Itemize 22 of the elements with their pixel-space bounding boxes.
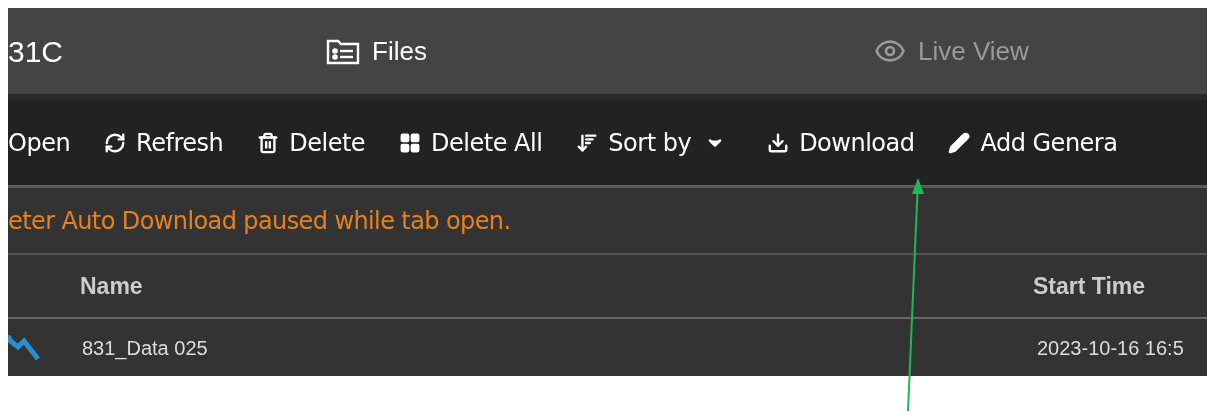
column-header[interactable]: Start Time [1033, 268, 1207, 304]
pencil-icon [948, 131, 971, 154]
device-title: 31C [8, 33, 65, 70]
grid-icon [399, 131, 422, 154]
toolbar-button[interactable]: Refresh [104, 124, 224, 161]
notice-text: eter Auto Download paused while tab open. [8, 205, 511, 237]
toolbar-button[interactable]: Delete [257, 124, 366, 161]
sort-icon [576, 131, 599, 154]
download-icon [767, 131, 790, 154]
file-list-icon [326, 37, 360, 65]
toolbar-button[interactable]: Delete All [399, 124, 543, 161]
nav-tab[interactable]: Files [326, 31, 874, 71]
column-header[interactable]: Name [80, 268, 1033, 304]
trash-icon [257, 131, 280, 154]
toolbar-button[interactable]: Download [767, 124, 915, 161]
table-cell-text: 831_Data 025 [82, 335, 209, 362]
file-row[interactable]: 831_Data 025 2023-10-16 16:5 [8, 319, 1207, 376]
refresh-icon [104, 131, 127, 154]
toolbar-button[interactable]: Open [8, 124, 71, 161]
toolbar-button[interactable]: Add Genera [948, 124, 1118, 161]
table-cell-text: 2023-10-16 16:5 [1037, 335, 1185, 361]
toolbar-button[interactable]: Sort by [576, 124, 726, 161]
